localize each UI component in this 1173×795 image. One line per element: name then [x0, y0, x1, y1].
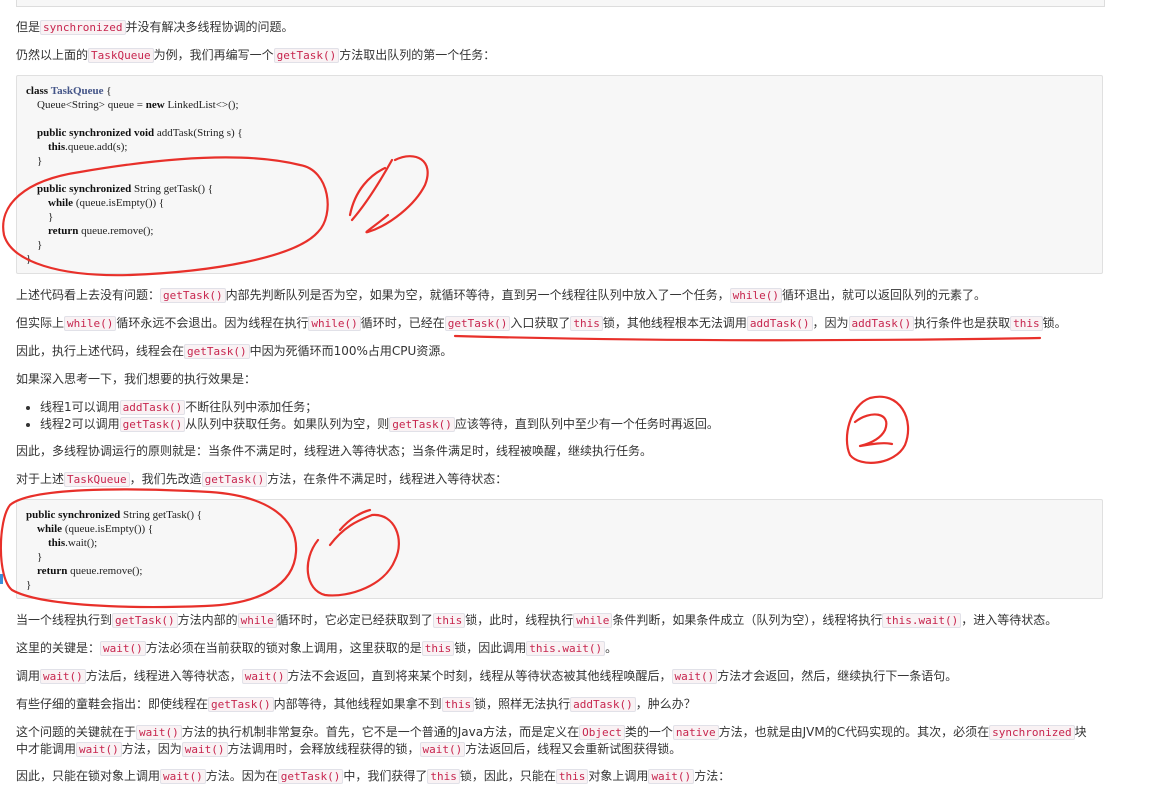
inline-code: this [427, 769, 460, 784]
list-item: 线程1可以调用addTask()不断往队列中添加任务； [40, 399, 719, 416]
paragraph: 因此，执行上述代码，线程会在 getTask() 中因为死循环而100%占用CPU资… [16, 344, 453, 359]
inline-code: this [555, 769, 589, 784]
paragraph: 因此，多线程协调运行的原则就是：当条件不满足时，线程进入等待状态；当条件满足时，… [16, 444, 653, 458]
paragraph: 因此，只能在锁对象上调用 wait() 方法。因为在 getTask() 中，我们获得了… [16, 769, 731, 784]
inline-code: synchronized [989, 725, 1075, 740]
inline-code: wait() [136, 725, 182, 740]
inline-code: wait() [76, 742, 122, 757]
previous-code-block-edge [16, 0, 1105, 7]
paragraph: 这个问题的关键就在于 wait() 方法的执行机制非常复杂。首先，它不是一个普通的J… [16, 725, 1087, 757]
paragraph: 这里的关键是： wait() 方法必须在当前获取的锁对象上调用，这里获取的是 this… [16, 641, 618, 656]
inline-code: synchronized [40, 20, 126, 35]
inline-code: getTask() [184, 344, 250, 359]
inline-code: wait() [241, 669, 288, 684]
inline-code: this [570, 316, 603, 331]
inline-code: getTask() [277, 769, 344, 784]
inline-code: getTask() [112, 613, 178, 628]
inline-code: wait() [419, 742, 466, 757]
paragraph: 但实际上 while() 循环永远不会退出。因为线程在执行 while() 循环时，已经… [16, 316, 1067, 331]
paragraph: 但是 synchronized 并没有解决多线程协调的问题。 [16, 20, 294, 35]
inline-code: while [573, 613, 613, 628]
paragraph: 如果深入思考一下，我们想要的执行效果是： [16, 372, 257, 386]
inline-code: while() [64, 316, 117, 331]
inline-code: while [237, 613, 277, 628]
inline-code: this [432, 613, 466, 628]
code-block: class TaskQueue { Queue<String> queue = … [16, 75, 1103, 274]
paragraph: 有些仔细的童鞋会指出：即使线程在 getTask() 内部等待，其他线程如果拿不到 t… [16, 697, 696, 712]
inline-code: Object [579, 725, 625, 740]
inline-code: native [672, 725, 719, 740]
inline-code: getTask() [160, 288, 226, 303]
paragraph: 调用 wait() 方法后，线程进入等待状态， wait() 方法不会返回，直到将来某个… [16, 669, 958, 684]
inline-code: getTask() [444, 316, 511, 331]
bullet-list: 线程1可以调用addTask()不断往队列中添加任务； 线程2可以调用getTa… [20, 399, 719, 433]
inline-code: getTask() [119, 417, 186, 432]
inline-code: wait() [671, 669, 718, 684]
paragraph: 仍然以上面的 TaskQueue 为例，我们再编写一个 getTask() 方法取出队列… [16, 48, 496, 63]
inline-code: wait() [40, 669, 86, 684]
inline-code: getTask() [273, 48, 340, 63]
inline-code: addTask() [119, 400, 186, 415]
inline-code: addTask() [570, 697, 636, 712]
paragraph: 上述代码看上去没有问题： getTask() 内部先判断队列是否为空，如果为空，就循… [16, 288, 987, 303]
inline-code: TaskQueue [88, 48, 154, 63]
inline-code: addTask() [746, 316, 813, 331]
inline-code: wait() [100, 641, 146, 656]
inline-code: this [421, 641, 455, 656]
inline-code: while() [729, 288, 782, 303]
underline-annotation [453, 334, 1042, 342]
inline-code: while() [308, 316, 361, 331]
inline-code: this [1010, 316, 1043, 331]
scroll-marker [0, 574, 3, 584]
inline-code: this.wait() [526, 641, 606, 656]
paragraph: 对于上述 TaskQueue ，我们先改造 getTask() 方法，在条件不满足时，线… [16, 472, 508, 487]
inline-code: getTask() [201, 472, 268, 487]
inline-code: TaskQueue [64, 472, 130, 487]
inline-code: wait() [160, 769, 206, 784]
inline-code: this [441, 697, 475, 712]
list-item: 线程2可以调用getTask()从队列中获取任务。如果队列为空，则getTask… [40, 416, 719, 433]
inline-code: wait() [648, 769, 695, 784]
inline-code: wait() [181, 742, 228, 757]
paragraph: 当一个线程执行到 getTask() 方法内部的 while 循环时，它必定已经获取到了… [16, 613, 1058, 628]
inline-code: addTask() [848, 316, 915, 331]
inline-code: getTask() [389, 417, 455, 432]
code-block: public synchronized String getTask() { w… [16, 499, 1103, 599]
inline-code: this.wait() [882, 613, 962, 628]
inline-code: getTask() [208, 697, 274, 712]
